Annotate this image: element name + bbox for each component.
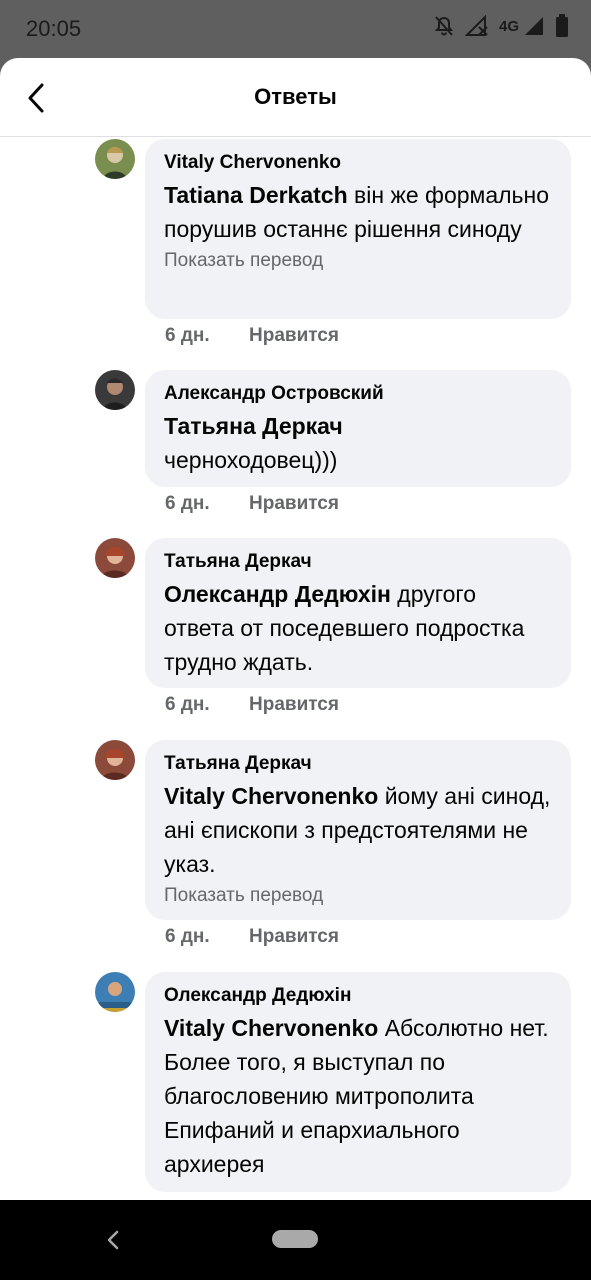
network-type: 4G [498, 17, 519, 35]
comment-time: 6 дн. [165, 926, 210, 947]
header: Ответы [0, 58, 591, 137]
notifications-off-icon [433, 15, 455, 37]
comment-author[interactable]: Олександр Дедюхін [164, 983, 552, 1009]
like-button[interactable]: Нравится [249, 493, 339, 515]
comment-meta: 6 дн. Нравится [165, 325, 339, 347]
like-button[interactable]: Нравится [249, 694, 339, 716]
comment-time: 6 дн. [165, 325, 210, 346]
comment-text: Татьяна Деркач черноходовец))) [164, 409, 552, 477]
mention[interactable]: Tatiana Derkatch [164, 182, 348, 208]
system-nav-bar [0, 1200, 591, 1280]
status-time: 20:05 [26, 16, 82, 41]
like-button[interactable]: Нравится [249, 926, 339, 948]
comment-author[interactable]: Vitaly Chervonenko [164, 150, 552, 176]
mention[interactable]: Татьяна Деркач [164, 413, 343, 439]
comment-text: Vitaly Chervonenko Абсолютно нет. Более … [164, 1011, 552, 1181]
comment-bubble: Татьяна Деркач Vitaly Chervonenko йому а… [145, 740, 571, 920]
comment-text: Tatiana Derkatch він же формально поруши… [164, 178, 552, 246]
mention[interactable]: Олександр Дедюхін [164, 581, 391, 607]
battery-icon [555, 14, 569, 38]
status-icons: 4G [433, 14, 569, 38]
avatar[interactable] [95, 139, 135, 179]
comment-author[interactable]: Александр Островский [164, 381, 552, 407]
like-button[interactable]: Нравится [249, 325, 339, 347]
comment-meta: 6 дн. Нравится [165, 694, 339, 716]
comment-meta: 6 дн. Нравится [165, 926, 339, 948]
avatar[interactable] [95, 538, 135, 578]
comment-text: Олександр Дедюхін другого ответа от посе… [164, 577, 552, 679]
comment-bubble: Vitaly Chervonenko Tatiana Derkatch він … [145, 139, 571, 319]
avatar[interactable] [95, 370, 135, 410]
comment-time: 6 дн. [165, 493, 210, 514]
nav-back-button[interactable] [103, 1228, 123, 1252]
comment-bubble: Олександр Дедюхін Vitaly Chervonenko Абс… [145, 972, 571, 1192]
show-translation-link[interactable]: Показать перевод [164, 883, 552, 909]
show-translation-link[interactable]: Показать перевод [164, 248, 552, 274]
status-bar: 20:05 4G [0, 0, 591, 58]
signal-icon [464, 15, 489, 37]
comment-text: Vitaly Chervonenko йому ані синод, ані є… [164, 779, 552, 881]
page-title: Ответы [254, 84, 337, 109]
mention[interactable]: Vitaly Chervonenko [164, 783, 378, 809]
replies-sheet: Ответы Vitaly Chervonenko Tatiana Derkat… [0, 58, 591, 1200]
signal-icon [523, 15, 545, 37]
nav-back-icon [107, 1230, 119, 1250]
comment-author[interactable]: Татьяна Деркач [164, 549, 552, 575]
comment-time: 6 дн. [165, 694, 210, 715]
home-pill-icon[interactable] [272, 1230, 318, 1248]
avatar[interactable] [95, 740, 135, 780]
comment-meta: 6 дн. Нравится [165, 493, 339, 515]
mention[interactable]: Vitaly Chervonenko [164, 1015, 378, 1041]
comment-author[interactable]: Татьяна Деркач [164, 751, 552, 777]
avatar[interactable] [95, 972, 135, 1012]
comment-body: черноходовец))) [164, 447, 338, 473]
comment-bubble: Александр Островский Татьяна Деркач черно… [145, 370, 571, 487]
comment-bubble: Татьяна Деркач Олександр Дедюхін другого… [145, 538, 571, 688]
